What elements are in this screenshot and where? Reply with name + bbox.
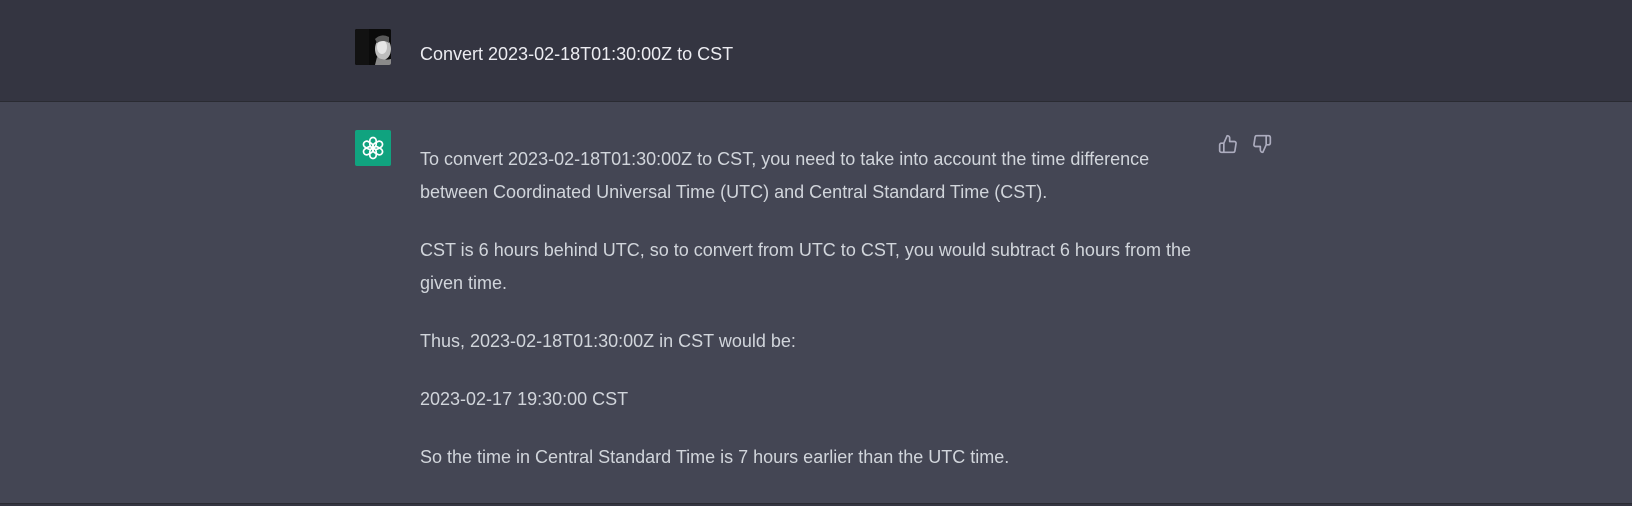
thumbs-up-icon xyxy=(1218,134,1237,154)
thumbs-down-icon xyxy=(1253,134,1272,154)
assistant-paragraph: Thus, 2023-02-18T01:30:00Z in CST would … xyxy=(420,331,796,351)
user-message-row: Convert 2023-02-18T01:30:00Z to CST xyxy=(0,0,1632,102)
assistant-paragraph: CST is 6 hours behind UTC, so to convert… xyxy=(420,240,1191,293)
openai-logo-icon xyxy=(362,136,384,160)
user-message-text: Convert 2023-02-18T01:30:00Z to CST xyxy=(420,44,734,64)
assistant-message-text: To convert 2023-02-18T01:30:00Z to CST, … xyxy=(420,143,1200,474)
thumbs-down-button[interactable] xyxy=(1250,132,1274,156)
assistant-paragraph: To convert 2023-02-18T01:30:00Z to CST, … xyxy=(420,149,1150,202)
user-avatar xyxy=(355,29,391,65)
assistant-paragraph: 2023-02-17 19:30:00 CST xyxy=(420,389,629,409)
bot-avatar xyxy=(355,130,391,166)
assistant-paragraph: So the time in Central Standard Time is … xyxy=(420,447,1010,467)
user-avatar-photo xyxy=(355,29,391,65)
thumbs-up-button[interactable] xyxy=(1216,132,1240,156)
